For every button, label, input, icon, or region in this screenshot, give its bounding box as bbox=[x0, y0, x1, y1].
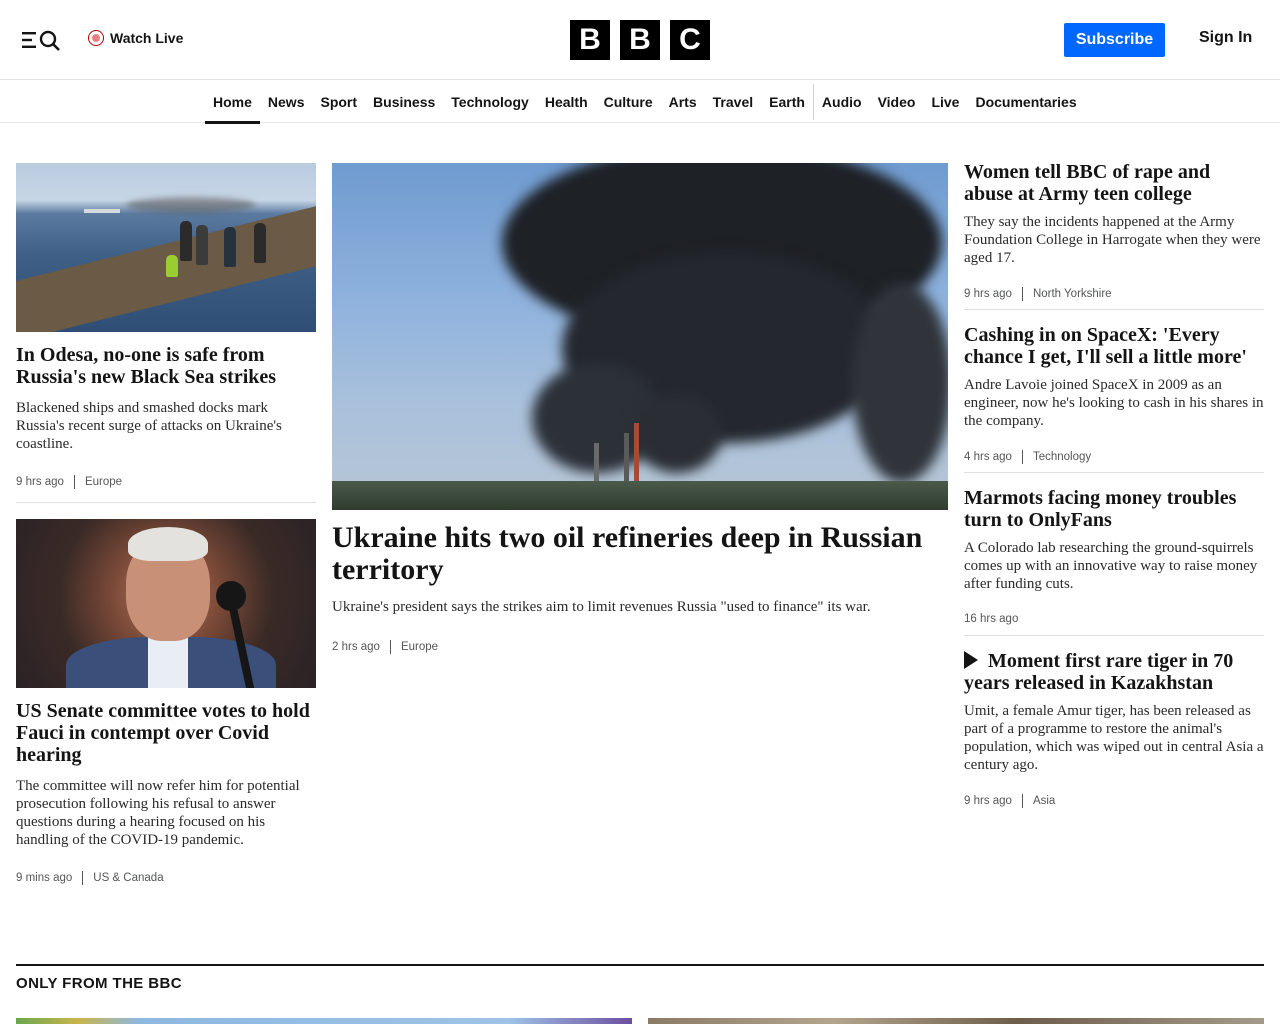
main-story-headline[interactable]: Ukraine hits two oil refineries deep in … bbox=[332, 522, 948, 586]
story-section-link[interactable]: North Yorkshire bbox=[1033, 288, 1112, 300]
nav-item-arts[interactable]: Arts bbox=[661, 81, 705, 123]
story-divider bbox=[964, 309, 1264, 310]
nav-item-culture[interactable]: Culture bbox=[596, 81, 661, 123]
watch-live-link[interactable]: Watch Live bbox=[88, 28, 183, 48]
main-story-image[interactable] bbox=[332, 163, 948, 510]
story-meta: 9 hrs ago Europe bbox=[16, 475, 316, 489]
story-meta: 16 hrs ago bbox=[964, 613, 1264, 625]
story-summary: The committee will now refer him for pot… bbox=[16, 778, 300, 848]
story-headline: Moment first rare tiger in 70 years rele… bbox=[964, 650, 1234, 694]
story-card[interactable]: Moment first rare tiger in 70 years rele… bbox=[964, 650, 1264, 808]
main-story-summary: Ukraine's president says the strikes aim… bbox=[332, 599, 871, 615]
nav-item-earth[interactable]: Earth bbox=[761, 81, 813, 123]
story-card[interactable]: Women tell BBC of rape and abuse at Army… bbox=[964, 161, 1264, 301]
story-meta: 4 hrs ago Technology bbox=[964, 450, 1264, 464]
story-divider bbox=[16, 502, 316, 503]
menu-search-icon bbox=[22, 30, 60, 51]
story-time: 9 hrs ago bbox=[964, 795, 1012, 807]
story-summary: A Colorado lab researching the ground-sq… bbox=[964, 540, 1258, 592]
story-divider bbox=[964, 472, 1264, 473]
story-headline[interactable]: Women tell BBC of rape and abuse at Army… bbox=[964, 161, 1264, 205]
story-section-link[interactable]: US & Canada bbox=[93, 872, 163, 884]
story-time: 9 hrs ago bbox=[964, 288, 1012, 300]
teaser-image[interactable] bbox=[648, 1018, 1264, 1024]
nav-item-home[interactable]: Home bbox=[205, 81, 260, 124]
nav-item-video[interactable]: Video bbox=[870, 81, 924, 123]
story-summary: Umit, a female Amur tiger, has been rele… bbox=[964, 703, 1264, 773]
nav-item-business[interactable]: Business bbox=[365, 81, 443, 123]
story-meta: 9 hrs ago Asia bbox=[964, 794, 1264, 808]
story-card[interactable]: In Odesa, no-one is safe from Russia's n… bbox=[16, 163, 316, 489]
nav-item-audio[interactable]: Audio bbox=[814, 81, 870, 123]
story-section-link[interactable]: Europe bbox=[85, 476, 122, 488]
nav-item-health[interactable]: Health bbox=[537, 81, 596, 123]
sign-in-link[interactable]: Sign In bbox=[1199, 29, 1252, 47]
story-time: 2 hrs ago bbox=[332, 641, 380, 653]
story-image-fauci[interactable] bbox=[16, 519, 316, 688]
story-time: 16 hrs ago bbox=[964, 613, 1019, 625]
nav-item-live[interactable]: Live bbox=[923, 81, 967, 123]
story-time: 9 hrs ago bbox=[16, 476, 64, 488]
story-card[interactable]: Marmots facing money troubles turn to On… bbox=[964, 487, 1264, 625]
main-story-card[interactable]: Ukraine hits two oil refineries deep in … bbox=[332, 163, 948, 654]
section-rule bbox=[16, 964, 1264, 966]
bbc-logo[interactable]: B B C bbox=[570, 20, 710, 60]
top-bar: Watch Live B B C Subscribe Sign In bbox=[0, 0, 1280, 80]
story-headline[interactable]: Marmots facing money troubles turn to On… bbox=[964, 487, 1264, 531]
logo-letter: B bbox=[620, 20, 660, 60]
story-divider bbox=[964, 635, 1264, 636]
story-time: 4 hrs ago bbox=[964, 451, 1012, 463]
story-summary: Blackened ships and smashed docks mark R… bbox=[16, 400, 282, 452]
story-time: 9 mins ago bbox=[16, 872, 73, 884]
section-title: ONLY FROM THE BBC bbox=[16, 975, 182, 992]
watch-live-label: Watch Live bbox=[110, 30, 184, 46]
nav-item-documentaries[interactable]: Documentaries bbox=[967, 81, 1084, 123]
story-card[interactable]: Cashing in on SpaceX: 'Every chance I ge… bbox=[964, 324, 1264, 464]
main-nav: Home News Sport Business Technology Heal… bbox=[0, 81, 1280, 124]
story-meta: 9 mins ago US & Canada bbox=[16, 871, 316, 885]
menu-search-button[interactable] bbox=[20, 28, 62, 52]
story-summary: They say the incidents happened at the A… bbox=[964, 214, 1261, 266]
story-meta: 2 hrs ago Europe bbox=[332, 640, 948, 654]
story-section-link[interactable]: Europe bbox=[401, 641, 438, 653]
play-icon bbox=[964, 651, 978, 669]
subscribe-button[interactable]: Subscribe bbox=[1064, 23, 1165, 57]
live-icon bbox=[88, 30, 104, 46]
nav-item-news[interactable]: News bbox=[260, 81, 313, 123]
story-headline[interactable]: In Odesa, no-one is safe from Russia's n… bbox=[16, 344, 316, 388]
story-headline-video[interactable]: Moment first rare tiger in 70 years rele… bbox=[964, 650, 1264, 694]
story-headline[interactable]: US Senate committee votes to hold Fauci … bbox=[16, 700, 316, 766]
nav-item-travel[interactable]: Travel bbox=[705, 81, 761, 123]
teaser-image[interactable] bbox=[16, 1018, 632, 1024]
nav-item-sport[interactable]: Sport bbox=[312, 81, 365, 123]
logo-letter: B bbox=[570, 20, 610, 60]
story-card[interactable]: US Senate committee votes to hold Fauci … bbox=[16, 519, 316, 885]
story-section-link[interactable]: Technology bbox=[1033, 451, 1091, 463]
nav-item-technology[interactable]: Technology bbox=[443, 81, 537, 123]
story-image-odesa[interactable] bbox=[16, 163, 316, 332]
story-summary: Andre Lavoie joined SpaceX in 2009 as an… bbox=[964, 377, 1264, 429]
logo-letter: C bbox=[670, 20, 710, 60]
story-headline[interactable]: Cashing in on SpaceX: 'Every chance I ge… bbox=[964, 324, 1264, 368]
story-meta: 9 hrs ago North Yorkshire bbox=[964, 287, 1264, 301]
story-section-link[interactable]: Asia bbox=[1033, 795, 1055, 807]
